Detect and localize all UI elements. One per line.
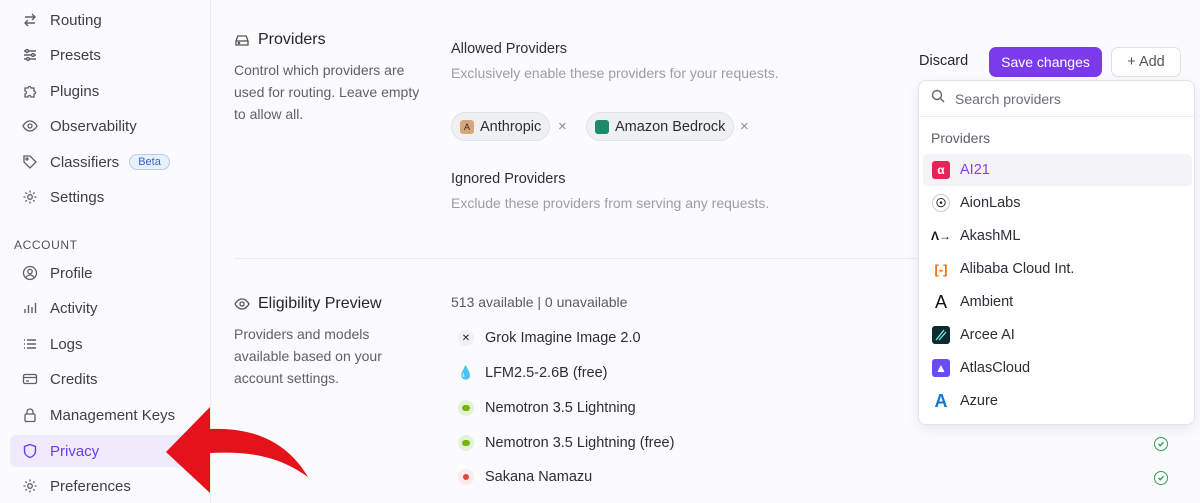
sidebar-item-classifiers[interactable]: Classifiers Beta	[10, 146, 200, 178]
section-divider	[234, 258, 954, 259]
azure-logo-icon: A	[934, 390, 948, 411]
allowed-providers-help: Exclusively enable these providers for y…	[451, 65, 779, 81]
sidebar-item-credits[interactable]: Credits	[10, 363, 200, 395]
alibaba-logo-icon: [-]	[934, 261, 948, 277]
remove-anthropic-button[interactable]: ×	[558, 118, 567, 135]
eligibility-section-description: Providers and models available based on …	[234, 326, 382, 386]
ignored-providers-help: Exclude these providers from serving any…	[451, 195, 770, 211]
sidebar-item-label: Settings	[50, 188, 105, 206]
availability-summary: 513 available | 0 unavailable	[451, 294, 628, 310]
sidebar-item-label: Presets	[50, 46, 101, 64]
model-row: 💧 LFM2.5-2.6B (free)	[457, 365, 608, 381]
model-row: Sakana Namazu	[458, 469, 592, 485]
dropdown-heading: Providers	[931, 130, 991, 146]
sidebar-item-label: Profile	[50, 264, 93, 282]
provider-option-azure[interactable]: A Azure	[923, 385, 1192, 417]
allowed-chip-anthropic: A Anthropic	[451, 112, 551, 141]
model-row: ✕ Grok Imagine Image 2.0	[458, 330, 641, 346]
available-check-icon	[1154, 437, 1168, 451]
sidebar-item-presets[interactable]: Presets	[10, 39, 200, 71]
arcee-logo-icon	[932, 326, 950, 344]
add-provider-button[interactable]: + Add	[1111, 47, 1181, 77]
server-icon	[234, 32, 250, 48]
sidebar-item-label: Management Keys	[50, 406, 176, 424]
provider-dropdown: Search providers Providers α AI21 ☉ Aion…	[918, 80, 1195, 425]
arrows-exchange-icon	[22, 12, 38, 28]
akashml-logo-icon: Λ→	[931, 229, 952, 243]
gear-icon	[22, 189, 38, 205]
sidebar-item-routing[interactable]: Routing	[10, 4, 200, 36]
provider-search-input[interactable]: Search providers	[919, 81, 1194, 117]
atlascloud-logo-icon: ▲	[932, 359, 950, 377]
aionlabs-logo-icon: ☉	[932, 194, 950, 212]
search-placeholder: Search providers	[955, 90, 1061, 107]
sakana-icon	[458, 469, 474, 485]
providers-section-title: Providers	[234, 31, 326, 49]
discard-button[interactable]: Discard	[919, 53, 968, 69]
eligibility-section-title: Eligibility Preview	[234, 295, 382, 313]
save-changes-button[interactable]: Save changes	[989, 47, 1102, 77]
sidebar-item-logs[interactable]: Logs	[10, 328, 200, 360]
lock-icon	[22, 407, 38, 423]
account-section-label: ACCOUNT	[14, 238, 78, 252]
liquid-drop-icon: 💧	[457, 365, 475, 380]
ambient-logo-icon: A	[934, 291, 947, 312]
sidebar-item-label: Preferences	[50, 477, 131, 495]
model-row: Nemotron 3.5 Lightning	[458, 400, 636, 416]
search-icon	[931, 89, 945, 108]
bar-chart-icon	[22, 300, 38, 316]
xai-icon: ✕	[458, 330, 474, 346]
ai21-logo-icon: α	[932, 161, 950, 179]
provider-option-ai21[interactable]: α AI21	[923, 154, 1192, 186]
sidebar-item-settings[interactable]: Settings	[10, 181, 200, 213]
shield-icon	[22, 443, 38, 459]
model-row: Nemotron 3.5 Lightning (free)	[458, 435, 674, 451]
tag-icon	[22, 154, 38, 170]
allowed-chip-amazon-bedrock: Amazon Bedrock	[586, 112, 735, 141]
available-check-icon	[1154, 471, 1168, 485]
eye-icon	[22, 118, 38, 134]
allowed-providers-label: Allowed Providers	[451, 41, 568, 57]
provider-option-alibaba-cloud[interactable]: [-] Alibaba Cloud Int.	[923, 253, 1192, 285]
nvidia-icon	[458, 400, 474, 416]
nvidia-icon	[458, 435, 474, 451]
sidebar-item-observability[interactable]: Observability	[10, 110, 200, 142]
user-icon	[22, 265, 38, 281]
annotation-arrow-icon	[166, 407, 308, 493]
eye-icon	[234, 296, 250, 312]
ignored-providers-label: Ignored Providers	[451, 171, 566, 187]
sidebar-item-label: Observability	[50, 117, 137, 135]
sidebar-item-label: Logs	[50, 335, 83, 353]
providers-section-description: Control which providers are used for rou…	[234, 62, 420, 122]
sidebar-item-label: Activity	[50, 299, 98, 317]
credit-card-icon	[22, 371, 38, 387]
sliders-icon	[22, 47, 38, 63]
sidebar-item-label: Plugins	[50, 82, 100, 100]
sidebar-item-profile[interactable]: Profile	[10, 257, 200, 289]
provider-option-aionlabs[interactable]: ☉ AionLabs	[923, 187, 1192, 219]
puzzle-icon	[22, 83, 38, 99]
bedrock-logo-icon	[595, 119, 609, 134]
provider-option-akashml[interactable]: Λ→ AkashML	[923, 220, 1192, 252]
sidebar-item-label: Classifiers	[50, 153, 120, 171]
gear-icon	[22, 478, 38, 494]
sidebar-item-plugins[interactable]: Plugins	[10, 75, 200, 107]
sidebar-item-label: Privacy	[50, 442, 100, 460]
list-icon	[22, 336, 38, 352]
provider-option-atlascloud[interactable]: ▲ AtlasCloud	[923, 352, 1192, 384]
sidebar-item-label: Credits	[50, 370, 98, 388]
provider-option-arcee-ai[interactable]: Arcee AI	[923, 319, 1192, 351]
sidebar-item-activity[interactable]: Activity	[10, 292, 200, 324]
remove-amazon-bedrock-button[interactable]: ×	[740, 118, 749, 135]
provider-option-ambient[interactable]: A Ambient	[923, 286, 1192, 318]
anthropic-logo-icon: A	[460, 119, 474, 134]
beta-badge: Beta	[129, 154, 170, 170]
sidebar-item-label: Routing	[50, 11, 102, 29]
